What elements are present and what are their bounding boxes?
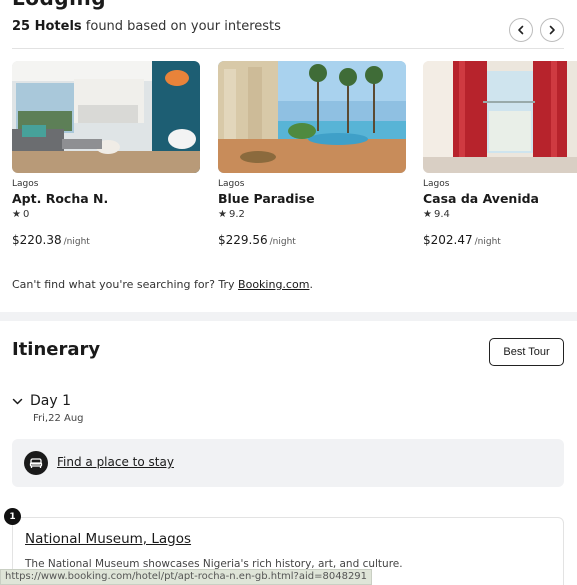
lodging-section: Lodging 25 Hotels found based on your in… [0, 0, 577, 312]
hotel-photo[interactable] [12, 61, 200, 173]
hotels-count: 25 Hotels [12, 19, 82, 34]
hotel-price-value: $220.38 [12, 233, 62, 247]
hotel-price: $229.56/night [218, 233, 406, 247]
divider [12, 48, 564, 49]
hotels-found-text: 25 Hotels found based on your interests [12, 19, 281, 34]
carousel-next-button[interactable] [540, 18, 564, 42]
chevron-left-icon [518, 25, 524, 35]
hotel-name[interactable]: Casa da Avenida [423, 191, 577, 206]
chevron-down-icon [12, 398, 23, 404]
hotel-rating: ★ 9.2 [218, 209, 406, 220]
itinerary-title: Itinerary [12, 339, 101, 360]
lodging-title: Lodging [12, 0, 106, 10]
section-separator [0, 312, 577, 321]
hotel-name[interactable]: Apt. Rocha N. [12, 191, 200, 206]
hotel-price-unit: /night [63, 237, 90, 247]
find-stay-link[interactable]: Find a place to stay [57, 455, 174, 469]
stop-number-badge: 1 [4, 508, 21, 525]
star-icon: ★ [423, 209, 432, 220]
hotel-photo[interactable] [218, 61, 406, 173]
day-toggle[interactable]: Day 1 [12, 393, 71, 409]
hotel-photo[interactable] [423, 61, 577, 173]
hotel-rating: ★ 9.4 [423, 209, 577, 220]
star-icon: ★ [218, 209, 227, 220]
cant-find-text: Can't find what you're searching for? Tr… [12, 278, 313, 291]
day-label: Day 1 [30, 393, 72, 409]
hotel-card[interactable]: Lagos Blue Paradise ★ 9.2 $229.56/night [218, 61, 406, 247]
star-icon: ★ [12, 209, 21, 220]
hotel-name[interactable]: Blue Paradise [218, 191, 406, 206]
hotel-price-unit: /night [269, 237, 296, 247]
hotel-rating-value: 0 [22, 209, 30, 220]
best-tour-button[interactable]: Best Tour [489, 338, 564, 366]
status-bar-url: https://www.booking.com/hotel/pt/apt-roc… [0, 569, 373, 585]
find-stay-panel: Find a place to stay [12, 439, 564, 487]
cant-find-prefix: Can't find what you're searching for? Tr… [12, 278, 239, 291]
stop-title-link[interactable]: National Museum, Lagos [25, 531, 191, 547]
bed-icon [24, 451, 48, 475]
hotel-price-value: $229.56 [218, 233, 268, 247]
hotel-rating: ★ 0 [12, 209, 200, 220]
hotel-price-unit: /night [474, 237, 501, 247]
hotel-city: Lagos [218, 179, 245, 189]
hotel-city: Lagos [423, 179, 450, 189]
hotel-card[interactable]: Lagos Apt. Rocha N. ★ 0 $220.38/night [12, 61, 200, 247]
hotel-price-value: $202.47 [423, 233, 473, 247]
chevron-right-icon [549, 25, 555, 35]
hotel-rating-value: 9.4 [433, 209, 450, 220]
hotel-city: Lagos [12, 179, 39, 189]
hotel-price: $202.47/night [423, 233, 577, 247]
hotel-rating-value: 9.2 [228, 209, 245, 220]
hotels-found-suffix: found based on your interests [81, 19, 281, 34]
cant-find-end: . [309, 278, 313, 291]
day-date: Fri,22 Aug [33, 413, 84, 424]
hotel-card[interactable]: Lagos Casa da Avenida ★ 9.4 $202.47/night [423, 61, 577, 247]
hotel-price: $220.38/night [12, 233, 200, 247]
booking-link[interactable]: Booking.com [238, 278, 309, 291]
carousel-prev-button[interactable] [509, 18, 533, 42]
